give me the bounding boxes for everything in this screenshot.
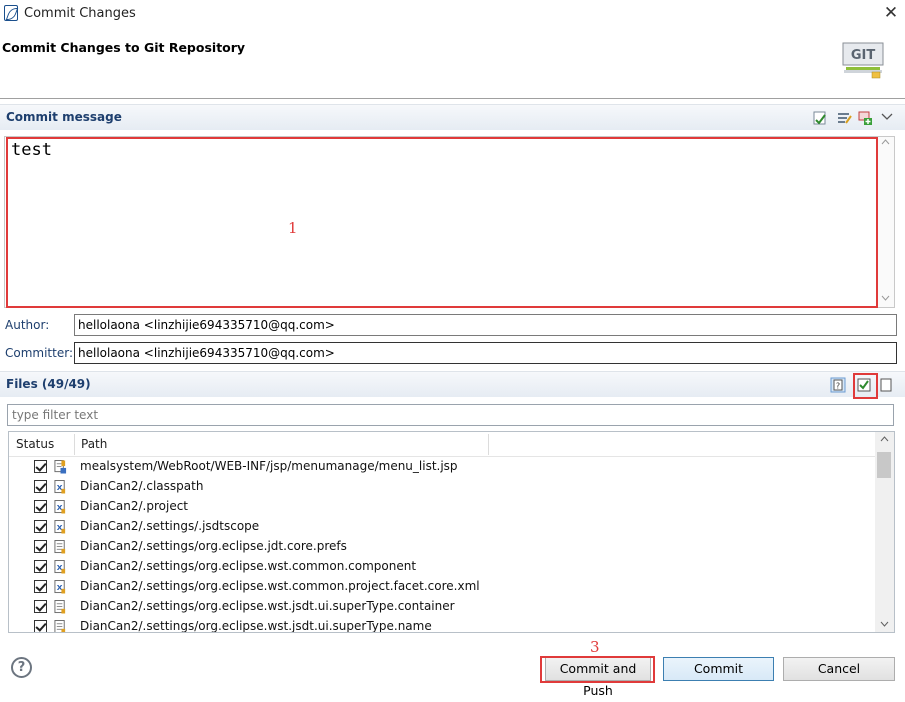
file-checkbox[interactable] [34,540,47,553]
file-path: DianCan2/.settings/org.eclipse.wst.jsdt.… [80,619,432,633]
table-row[interactable]: X DianCan2/.settings/.jsdtscope [9,517,875,537]
table-row[interactable]: DianCan2/.settings/org.eclipse.wst.jsdt.… [9,617,875,633]
git-logo-icon: GIT [842,42,884,79]
table-row[interactable]: DianCan2/.settings/org.eclipse.jdt.core.… [9,537,875,557]
file-checkbox[interactable] [34,500,47,513]
close-button[interactable]: ✕ [880,2,902,24]
file-checkbox[interactable] [34,520,47,533]
add-signed-off-icon[interactable] [857,110,873,126]
uncheck-all-icon[interactable] [878,377,894,393]
file-table: Status Path mealsystem/WebRoot/WEB-INF/j… [8,431,895,633]
table-row[interactable]: DianCan2/.settings/org.eclipse.wst.jsdt.… [9,597,875,617]
committer-label: Committer: [5,346,73,360]
file-checkbox[interactable] [34,600,47,613]
commit-message-text: test [11,140,52,160]
column-header-path[interactable]: Path [81,437,107,451]
column-header-status[interactable]: Status [16,437,54,451]
table-row[interactable]: X DianCan2/.classpath [9,477,875,497]
scroll-up-arrow-icon[interactable] [881,139,890,145]
scroll-up-arrow-icon[interactable] [880,436,889,442]
files-section-title: Files (49/49) [6,377,91,391]
commit-message-section-bar: Commit message [0,104,905,130]
file-checkbox[interactable] [34,560,47,573]
table-header: Status Path [9,432,879,457]
file-checkbox[interactable] [34,580,47,593]
git-logo-text: GIT [851,48,876,63]
header-divider [0,98,905,99]
scrollbar-thumb[interactable] [877,452,891,478]
annotation-label-3: 3 [590,638,600,656]
file-path: DianCan2/.project [80,499,189,513]
xml-file-icon: X [54,500,66,514]
table-row[interactable]: X DianCan2/.settings/org.eclipse.wst.comm… [9,557,875,577]
commit-button[interactable]: Commit [663,657,774,681]
files-section-bar: Files (49/49) ? [0,371,905,397]
text-file-icon [54,540,66,554]
chevron-down-icon[interactable] [879,109,895,125]
xml-file-icon: X [54,520,66,534]
file-checkbox[interactable] [34,460,47,473]
column-divider[interactable] [488,434,489,455]
xml-file-icon: X [54,560,66,574]
app-icon [4,5,18,21]
cancel-button[interactable]: Cancel [783,657,895,681]
previous-messages-icon[interactable] [836,110,852,126]
file-path: DianCan2/.settings/org.eclipse.wst.commo… [80,559,417,573]
file-path: DianCan2/.settings/org.eclipse.jdt.core.… [80,539,347,553]
text-file-icon [54,600,66,614]
table-row[interactable]: X DianCan2/.project [9,497,875,517]
page-title: Commit Changes to Git Repository [2,40,246,55]
commit-and-push-button[interactable]: Commit and Push [545,657,651,698]
modified-file-icon [54,460,67,474]
author-label: Author: [5,318,50,332]
commit-message-section-title: Commit message [6,110,122,124]
file-filter-input[interactable]: type filter text [7,404,894,426]
window-title: Commit Changes [24,6,136,21]
xml-file-icon: X [54,580,66,594]
file-path: mealsystem/WebRoot/WEB-INF/jsp/menumanag… [80,459,458,473]
commit-message-scrollbar[interactable] [877,137,894,307]
file-checkbox[interactable] [34,480,47,493]
file-path: DianCan2/.settings/org.eclipse.wst.jsdt.… [80,599,455,613]
committer-field[interactable]: hellolaona <linzhijie694335710@qq.com> [74,342,897,364]
file-path: DianCan2/.classpath [80,479,204,493]
file-path: DianCan2/.settings/.jsdtscope [80,519,260,533]
table-row[interactable]: X DianCan2/.settings/org.eclipse.wst.comm… [9,577,875,597]
scroll-down-arrow-icon[interactable] [880,621,889,627]
file-path: DianCan2/.settings/org.eclipse.wst.commo… [80,579,480,593]
help-icon[interactable]: ? [11,657,32,678]
column-divider[interactable] [74,434,75,455]
spell-check-icon[interactable] [812,110,828,126]
table-row[interactable]: mealsystem/WebRoot/WEB-INF/jsp/menumanag… [9,457,875,477]
svg-text:?: ? [836,382,840,391]
show-untracked-icon[interactable]: ? [830,377,846,393]
author-field[interactable]: hellolaona <linzhijie694335710@qq.com> [74,314,897,336]
commit-message-input[interactable] [4,136,895,308]
xml-file-icon: X [54,480,66,494]
title-bar: Commit Changes ✕ [0,0,905,28]
annotation-label-1: 1 [288,219,298,237]
scroll-down-arrow-icon[interactable] [881,295,890,301]
text-file-icon [54,620,66,632]
file-checkbox[interactable] [34,620,47,632]
check-all-icon[interactable] [856,377,872,393]
